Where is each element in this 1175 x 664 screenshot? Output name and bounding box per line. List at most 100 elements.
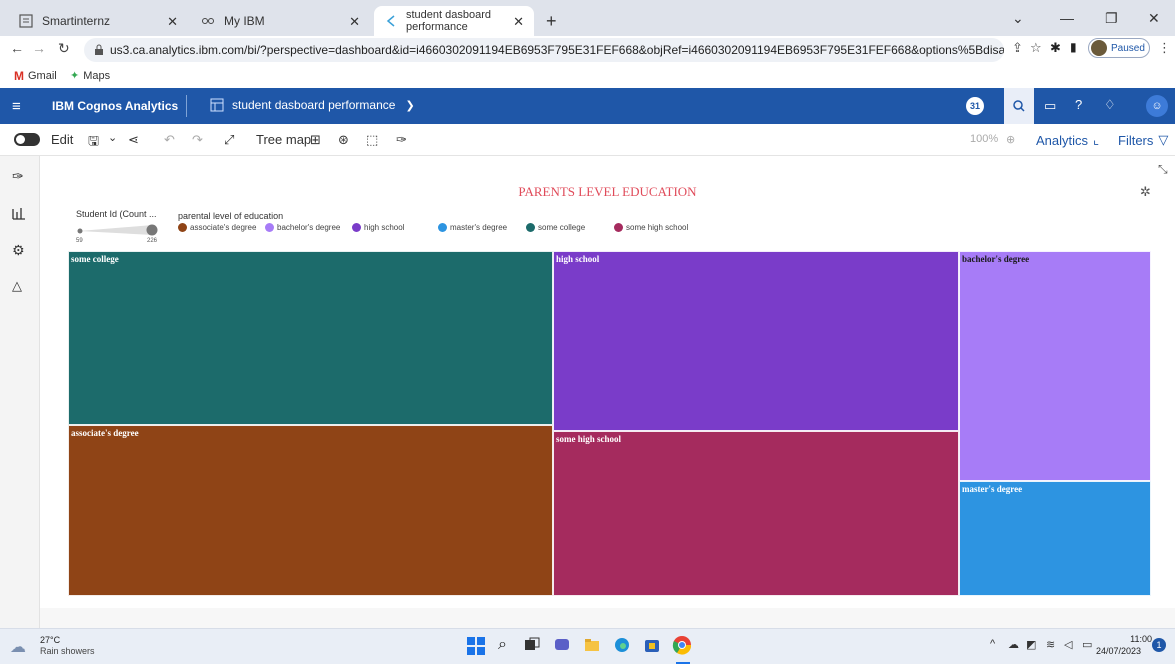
- bell-icon[interactable]: ♢: [1104, 97, 1116, 113]
- legend-item[interactable]: some high school: [614, 223, 688, 232]
- legend-label: master's degree: [450, 223, 508, 232]
- smartinternz-favicon-icon: [18, 13, 34, 29]
- treemap-tile[interactable]: some high school: [553, 431, 959, 596]
- clock-date[interactable]: 24/07/2023: [1096, 646, 1141, 656]
- url-text: us3.ca.analytics.ibm.com/bi/?perspective…: [110, 43, 1004, 57]
- chat-icon[interactable]: [554, 637, 570, 653]
- search-button[interactable]: [1004, 88, 1034, 124]
- avatar: [1091, 40, 1107, 56]
- legend-item[interactable]: master's degree: [438, 223, 507, 232]
- legend-item[interactable]: associate's degree: [178, 223, 256, 232]
- widgets-icon[interactable]: ⚙: [12, 242, 25, 259]
- pin-icon[interactable]: ✑: [396, 132, 407, 148]
- legend-swatch: [352, 223, 361, 232]
- filters-button[interactable]: Filters ▽: [1118, 132, 1168, 148]
- analytics-button[interactable]: Analytics ⌞: [1036, 132, 1099, 148]
- profile-button[interactable]: Paused: [1088, 38, 1150, 58]
- visualizations-icon[interactable]: [12, 206, 26, 220]
- tab-student-dashboard[interactable]: student dasboard performance ✕: [374, 6, 534, 36]
- notification-count-badge[interactable]: 31: [966, 97, 984, 115]
- hamburger-menu-icon[interactable]: ≡: [12, 98, 21, 115]
- collapse-icon[interactable]: ⤡: [1158, 162, 1168, 177]
- focus-icon[interactable]: ⬚: [366, 132, 378, 148]
- back-arrow-icon[interactable]: ←: [10, 40, 24, 56]
- shapes-icon[interactable]: △: [12, 278, 22, 294]
- windows-start-icon[interactable]: [467, 637, 485, 655]
- edge-icon[interactable]: [614, 637, 630, 653]
- tab-search-icon[interactable]: ⌄: [1012, 10, 1024, 27]
- app-brand: IBM Cognos Analytics: [52, 99, 179, 113]
- redo-icon[interactable]: ↷: [192, 132, 203, 148]
- close-tab-icon[interactable]: ✕: [167, 14, 178, 30]
- browser-tab-strip: Smartinternz ✕ My IBM ✕ student dasboard…: [0, 0, 1175, 36]
- minimize-icon[interactable]: —: [1060, 10, 1074, 26]
- reload-icon[interactable]: ↻: [58, 40, 70, 57]
- tab-smartinternz[interactable]: Smartinternz ✕: [8, 6, 188, 36]
- legend-item[interactable]: bachelor's degree: [265, 223, 340, 232]
- notification-badge[interactable]: 1: [1152, 638, 1166, 652]
- meet-icon[interactable]: ◩: [1026, 638, 1036, 651]
- legend-swatch: [614, 223, 623, 232]
- edit-toggle[interactable]: [14, 133, 40, 146]
- user-avatar-icon[interactable]: ☺: [1146, 95, 1168, 117]
- forward-arrow-icon[interactable]: →: [32, 40, 46, 56]
- new-tab-button[interactable]: +: [536, 6, 562, 36]
- share-icon[interactable]: ⋖: [128, 132, 139, 148]
- tab-label: Smartinternz: [42, 14, 111, 28]
- zoom-level[interactable]: 100%: [970, 133, 998, 145]
- chrome-icon[interactable]: [672, 635, 692, 655]
- treemap-tile[interactable]: associate's degree: [68, 425, 553, 596]
- chevron-down-icon: ❯: [405, 99, 415, 112]
- size-legend-max: 226: [147, 238, 158, 244]
- treemap-tile[interactable]: master's degree: [959, 481, 1151, 596]
- bookmark-gmail[interactable]: M Gmail: [14, 69, 57, 83]
- undo-icon[interactable]: ↶: [164, 132, 175, 148]
- bookmark-star-icon[interactable]: ☆: [1030, 40, 1042, 56]
- help-icon[interactable]: ?: [1075, 97, 1082, 112]
- tab-my-ibm[interactable]: My IBM ✕: [190, 6, 370, 36]
- cloud-sync-icon[interactable]: ☁: [1008, 638, 1019, 651]
- properties-icon[interactable]: ⊛: [338, 132, 349, 148]
- bookmark-maps[interactable]: ✦ Maps: [70, 69, 110, 83]
- save-icon[interactable]: 🖫: [88, 132, 99, 154]
- wifi-icon[interactable]: ≋: [1046, 638, 1055, 651]
- close-tab-icon[interactable]: ✕: [513, 14, 524, 30]
- address-bar[interactable]: us3.ca.analytics.ibm.com/bi/?perspective…: [84, 38, 1004, 62]
- volume-icon[interactable]: ◁: [1064, 638, 1072, 651]
- extensions-icon[interactable]: ✱: [1050, 40, 1061, 56]
- dashboard-title-dropdown[interactable]: student dasboard performance ❯: [232, 98, 415, 112]
- chart-title: PARENTS LEVEL EDUCATION: [518, 184, 697, 199]
- legend-swatch: [526, 223, 535, 232]
- visualization-type[interactable]: Tree map: [256, 132, 311, 147]
- search-icon[interactable]: ⌕: [498, 636, 507, 654]
- expand-icon[interactable]: ⤢: [224, 132, 234, 148]
- treemap-tile[interactable]: some college: [68, 251, 553, 425]
- treemap-tile[interactable]: high school: [553, 251, 959, 431]
- restore-icon[interactable]: ❐: [1105, 10, 1118, 27]
- side-panel-icon[interactable]: ▮: [1070, 40, 1077, 54]
- chevron-down-icon[interactable]: ⌄: [108, 131, 117, 144]
- treemap-tile-label: bachelor's degree: [962, 254, 1030, 264]
- treemap-tile[interactable]: bachelor's degree: [959, 251, 1151, 481]
- legend-item[interactable]: some college: [526, 223, 585, 232]
- task-view-icon[interactable]: [524, 637, 540, 653]
- chevron-up-icon[interactable]: ^: [990, 638, 995, 650]
- close-tab-icon[interactable]: ✕: [349, 14, 360, 30]
- zoom-icon[interactable]: ⊕: [1006, 133, 1015, 146]
- store-icon[interactable]: [644, 637, 660, 653]
- close-window-icon[interactable]: ✕: [1148, 10, 1160, 27]
- chat-icon[interactable]: ▭: [1044, 98, 1056, 114]
- tab-label: student dasboard performance: [406, 9, 492, 33]
- analytics-chart-icon: ⌞: [1093, 132, 1100, 147]
- browser-menu-icon[interactable]: ⋮: [1158, 40, 1171, 56]
- bookmark-label: Gmail: [28, 70, 57, 82]
- weather-icon[interactable]: ☁: [10, 637, 26, 657]
- size-legend-bar: [77, 224, 158, 236]
- battery-icon[interactable]: ▭: [1082, 638, 1092, 651]
- share-icon[interactable]: ⇪: [1012, 40, 1023, 56]
- legend-item[interactable]: high school: [352, 223, 404, 232]
- pin-icon[interactable]: ✑: [12, 168, 24, 185]
- file-explorer-icon[interactable]: [584, 637, 600, 653]
- clock-time[interactable]: 11:00: [1112, 634, 1152, 644]
- app-header: ≡ IBM Cognos Analytics student dasboard …: [0, 88, 1175, 124]
